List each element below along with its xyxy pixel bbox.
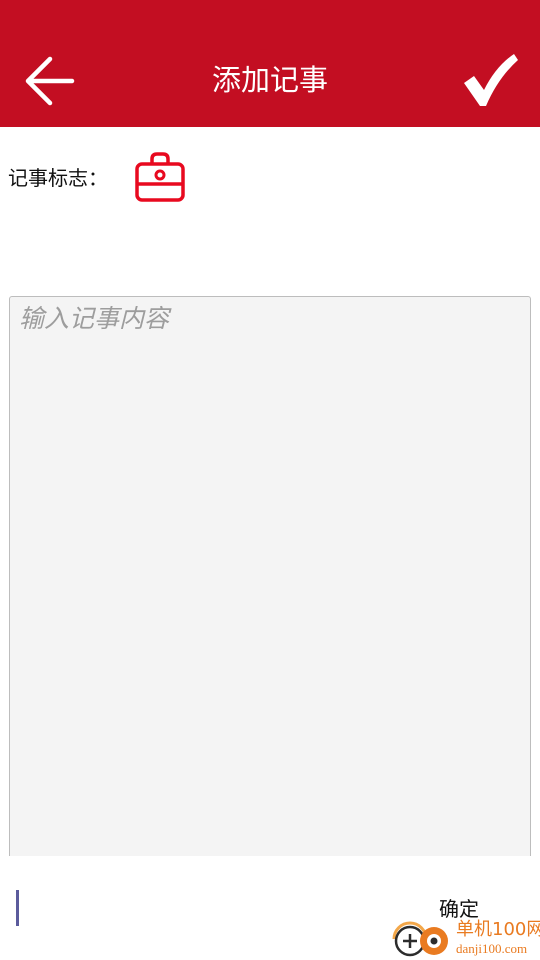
note-content-box	[9, 296, 531, 856]
text-cursor	[16, 890, 19, 926]
app-header: 添加记事	[0, 0, 540, 127]
back-button[interactable]	[18, 44, 82, 116]
arrow-left-icon	[25, 56, 75, 106]
watermark-name: 单机100网	[456, 919, 540, 940]
add-note-screen: 添加记事 记事标志： 确定	[0, 0, 540, 960]
briefcase-icon[interactable]	[132, 150, 188, 206]
note-content-input[interactable]	[10, 297, 530, 856]
watermark-domain: danji100.com	[456, 941, 528, 956]
confirm-check-button[interactable]	[458, 50, 524, 110]
checkmark-icon	[464, 54, 518, 106]
watermark-logo-icon	[388, 918, 454, 960]
watermark: 单机100网 danji100.com	[388, 918, 540, 960]
bottom-text-input[interactable]	[14, 888, 374, 928]
note-mark-row: 记事标志：	[0, 150, 540, 210]
note-mark-label: 记事标志：	[8, 166, 108, 190]
